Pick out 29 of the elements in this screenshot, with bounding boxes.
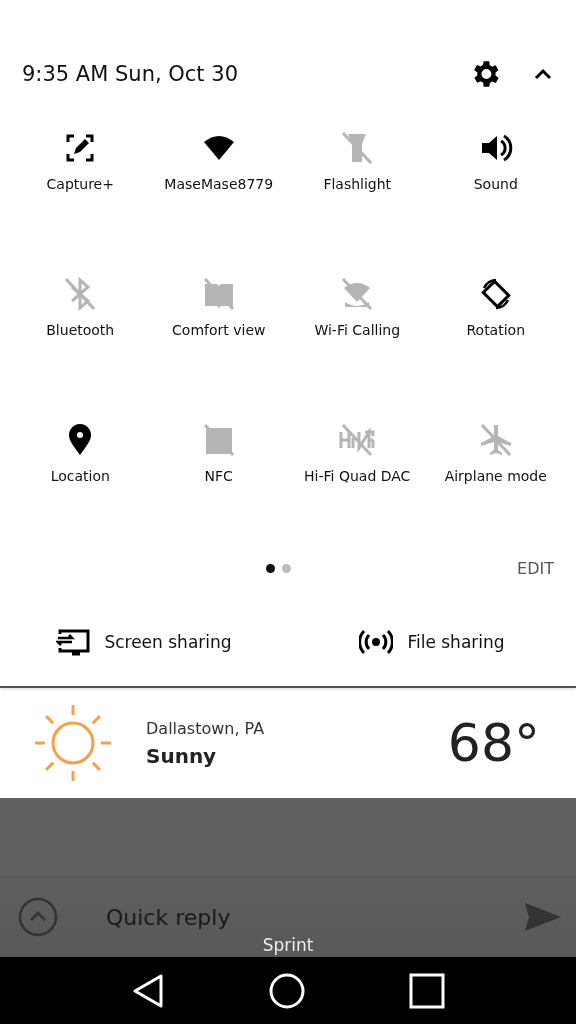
weather-location: Dallastown, PA <box>146 718 266 738</box>
quick-setting-tile[interactable]: Comfort view <box>149 276 288 376</box>
quick-setting-tile[interactable]: Hi-Fi Quad DAC <box>288 422 427 522</box>
quick-setting-tile[interactable]: Airplane mode <box>426 422 565 522</box>
screen-share-icon <box>56 628 91 656</box>
broadcast-icon <box>359 629 394 655</box>
weather-condition: Sunny <box>146 743 218 768</box>
sharing-button[interactable]: File sharing <box>288 629 576 655</box>
page-dot[interactable] <box>282 563 291 573</box>
recents-button[interactable] <box>409 972 445 1009</box>
quick-setting-tile[interactable]: Flashlight <box>288 130 427 230</box>
sun-icon <box>32 702 114 784</box>
carrier-name: Sprint <box>262 935 314 955</box>
quick-setting-tile[interactable]: Location <box>11 422 150 522</box>
temperature: 68° <box>447 713 540 773</box>
sharing-button[interactable]: Screen sharing <box>0 628 288 656</box>
quick-setting-tile[interactable]: Wi-Fi Calling <box>288 276 427 376</box>
quick-reply-field[interactable]: Quick reply <box>104 903 524 931</box>
quick-setting-tile[interactable]: Bluetooth <box>11 276 150 376</box>
quick-setting-tile[interactable]: Rotation <box>426 276 565 376</box>
quick-setting-tile[interactable]: NFC <box>149 422 288 522</box>
back-button[interactable] <box>131 972 165 1009</box>
home-button[interactable] <box>269 972 305 1009</box>
quick-setting-tile[interactable]: Capture+ <box>11 130 150 230</box>
page-dot[interactable] <box>266 563 275 573</box>
quick-setting-tile[interactable]: Sound <box>426 130 565 230</box>
quick-setting-tile[interactable]: MaseMase8779 <box>149 130 288 230</box>
edit-button[interactable]: EDIT <box>517 558 554 578</box>
date-time: 9:35 AM Sun, Oct 30 <box>22 62 239 86</box>
